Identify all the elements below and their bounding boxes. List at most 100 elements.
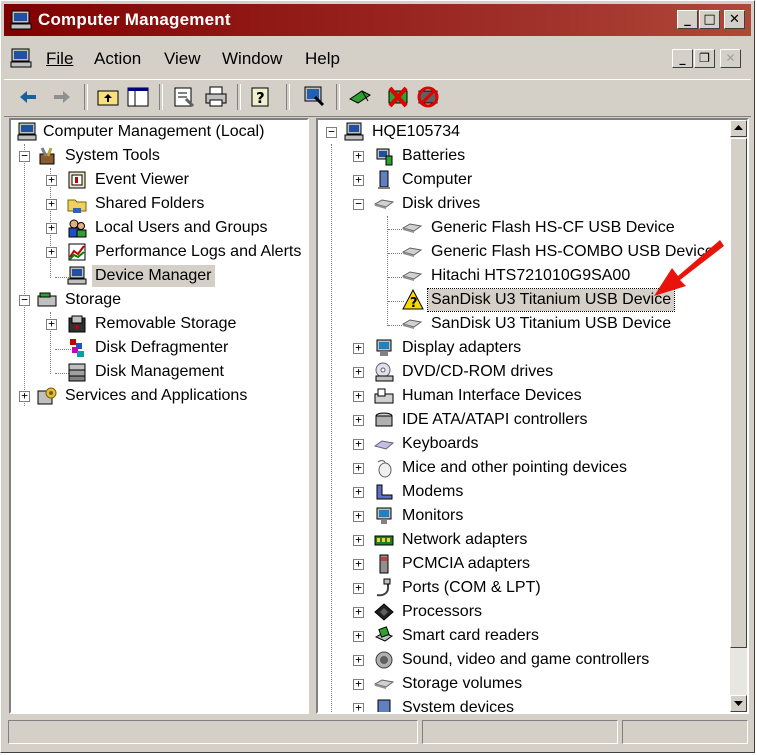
toolbar-separator: [237, 84, 241, 110]
tree-line: [24, 144, 25, 406]
menu-view[interactable]: View: [164, 49, 201, 69]
red-arrow-icon: [654, 240, 724, 296]
expand-toggle[interactable]: +: [353, 677, 364, 690]
mdi-restore-button[interactable]: ❐: [694, 49, 715, 68]
port-icon: [376, 578, 391, 597]
expand-toggle[interactable]: +: [353, 389, 364, 402]
tree-label: Smart card readers: [402, 627, 539, 644]
tree-label: HQE105734: [372, 123, 461, 140]
performance-logs-icon: [68, 243, 86, 261]
arrow-up-icon: [734, 125, 743, 130]
scan-hardware-icon[interactable]: [302, 85, 326, 109]
console-tree-pane[interactable]: Computer Management (Local) − System Too…: [9, 118, 309, 714]
menu-window[interactable]: Window: [222, 49, 282, 69]
modem-icon: [376, 484, 393, 500]
collapse-toggle[interactable]: −: [19, 293, 30, 306]
scroll-down-button[interactable]: [730, 695, 747, 712]
expand-toggle[interactable]: +: [353, 365, 364, 378]
hid-icon: [374, 388, 394, 404]
scroll-up-button[interactable]: [730, 120, 747, 137]
tree-label: System Tools: [65, 147, 160, 164]
maximize-button[interactable]: □: [699, 10, 720, 29]
processor-icon: [374, 603, 394, 621]
expand-toggle[interactable]: +: [46, 317, 57, 330]
print-icon[interactable]: [204, 85, 228, 109]
expand-toggle[interactable]: +: [353, 605, 364, 618]
expand-toggle[interactable]: +: [353, 149, 364, 162]
help-icon[interactable]: ?: [249, 85, 273, 109]
properties-icon[interactable]: [172, 85, 196, 109]
expand-toggle[interactable]: +: [353, 509, 364, 522]
toolbar-separator: [159, 84, 163, 110]
close-button[interactable]: ✕: [724, 10, 745, 29]
mdi-minimize-button[interactable]: _: [672, 49, 693, 68]
tree-label: Generic Flash HS-CF USB Device: [431, 219, 675, 236]
tree-label: Modems: [402, 483, 464, 500]
expand-toggle[interactable]: +: [353, 701, 364, 712]
expand-toggle[interactable]: +: [353, 485, 364, 498]
close-icon: ✕: [729, 12, 740, 27]
expand-toggle[interactable]: +: [353, 413, 364, 426]
expand-toggle[interactable]: +: [353, 437, 364, 450]
tree-label: Batteries: [402, 147, 466, 164]
battery-icon: [376, 148, 393, 166]
collapse-toggle[interactable]: −: [353, 197, 364, 210]
scrollbar-thumb[interactable]: [730, 138, 747, 648]
expand-toggle[interactable]: +: [353, 341, 364, 354]
expand-toggle[interactable]: +: [46, 245, 57, 258]
menu-action[interactable]: Action: [94, 49, 141, 69]
system-menu-icon[interactable]: [10, 48, 32, 68]
warning-icon: ?: [402, 289, 424, 311]
disk-drive-icon: [374, 199, 394, 209]
minimize-button[interactable]: _: [677, 10, 698, 29]
tree-label: Ports (COM & LPT): [402, 579, 541, 596]
uninstall-icon[interactable]: [386, 85, 410, 109]
expand-toggle[interactable]: +: [353, 557, 364, 570]
tree-label: Sound, video and game controllers: [402, 651, 650, 668]
menu-help[interactable]: Help: [305, 49, 340, 69]
vertical-scrollbar[interactable]: [730, 120, 747, 712]
expand-toggle[interactable]: +: [46, 173, 57, 186]
disk-management-icon: [68, 363, 86, 382]
status-panel: [422, 720, 618, 744]
expand-toggle[interactable]: +: [353, 533, 364, 546]
expand-toggle[interactable]: +: [353, 653, 364, 666]
tree-line: [331, 144, 332, 712]
cd-drive-icon: [375, 362, 394, 382]
users-icon: [68, 219, 87, 238]
tree-label: Computer Management (Local): [43, 123, 265, 140]
pcmcia-icon: [379, 554, 389, 574]
device-tree-pane[interactable]: − HQE105734 + Batteries + Computer − Dis…: [316, 118, 749, 714]
title-bar[interactable]: Computer Management _ □ ✕: [4, 4, 751, 36]
menu-file[interactable]: File: [46, 49, 73, 69]
expand-toggle[interactable]: +: [19, 389, 30, 402]
tree-label: Local Users and Groups: [95, 219, 268, 236]
tree-label: IDE ATA/ATAPI controllers: [402, 411, 588, 428]
tree-label: Storage: [65, 291, 122, 308]
arrow-down-icon: [734, 701, 743, 706]
tree-label: PCMCIA adapters: [402, 555, 531, 572]
show-hide-tree-icon[interactable]: [126, 85, 150, 109]
computer-icon: [378, 170, 390, 189]
expand-toggle[interactable]: +: [46, 197, 57, 210]
menu-bar: File Action View Window Help _ ❐ ✕: [4, 41, 751, 75]
status-panel: [622, 720, 748, 744]
up-folder-icon[interactable]: [96, 85, 120, 109]
disk-drive-icon: [402, 223, 422, 233]
disable-device-icon[interactable]: [416, 85, 440, 109]
expand-toggle[interactable]: +: [353, 581, 364, 594]
minimize-icon: _: [684, 12, 691, 27]
computer-icon: [344, 122, 364, 141]
expand-toggle[interactable]: +: [353, 173, 364, 186]
collapse-toggle[interactable]: −: [19, 149, 30, 162]
tree-label: Shared Folders: [95, 195, 205, 212]
expand-toggle[interactable]: +: [353, 629, 364, 642]
update-driver-icon[interactable]: [348, 85, 372, 109]
tree-label: Computer: [402, 171, 473, 188]
expand-toggle[interactable]: +: [353, 461, 364, 474]
collapse-toggle[interactable]: −: [326, 125, 337, 138]
expand-toggle[interactable]: +: [46, 221, 57, 234]
computer-management-window: Computer Management _ □ ✕ File Action Vi…: [0, 0, 755, 753]
back-arrow-icon[interactable]: [16, 85, 40, 109]
display-adapter-icon: [376, 339, 392, 356]
